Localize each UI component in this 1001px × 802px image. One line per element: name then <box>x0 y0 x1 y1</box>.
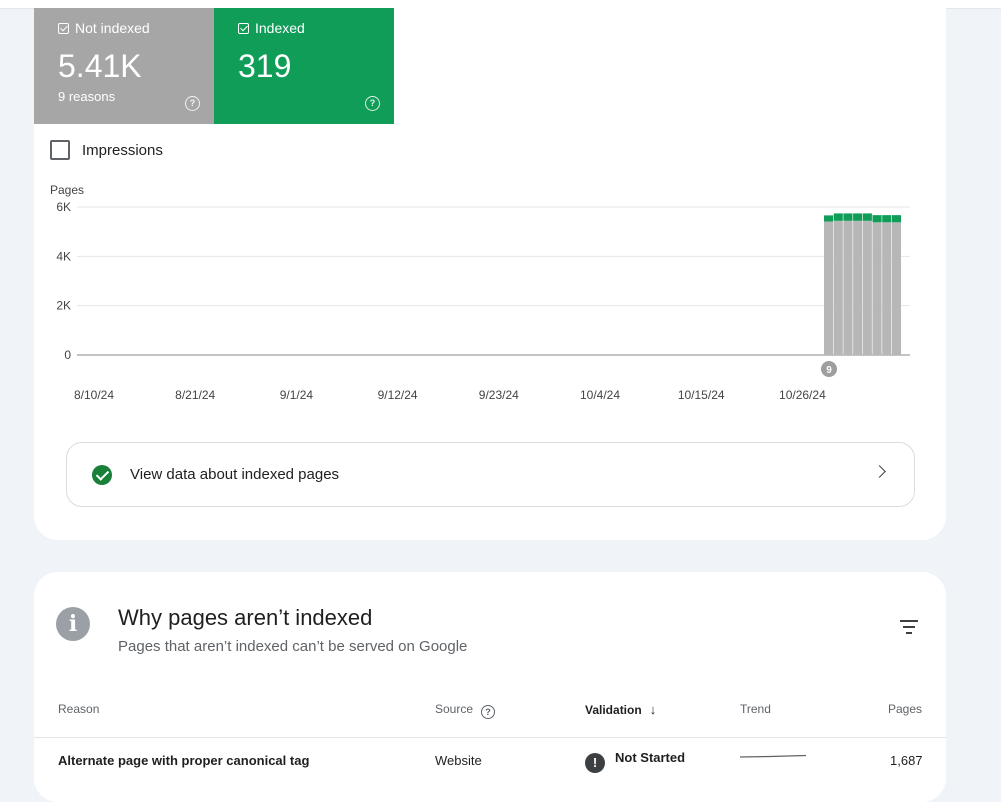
chevron-right-icon <box>873 465 886 478</box>
info-icon: i <box>56 607 90 641</box>
help-icon[interactable]: ? <box>185 96 200 111</box>
row-source: Website <box>435 753 482 768</box>
bar-not-indexed <box>833 220 843 355</box>
indexed-label: Indexed <box>255 20 305 36</box>
row-reason: Alternate page with proper canonical tag <box>58 753 310 768</box>
sort-down-icon: ↓ <box>649 702 657 717</box>
section-title: Why pages aren’t indexed <box>118 605 373 630</box>
not-indexed-tile[interactable]: Not indexed 5.41K 9 reasons ? <box>34 8 214 124</box>
x-tick-label: 9/12/24 <box>378 388 418 402</box>
y-tick-label: 2K <box>56 299 71 313</box>
bar-not-indexed <box>853 220 863 355</box>
bar-indexed <box>891 215 901 223</box>
help-icon[interactable]: ? <box>481 705 496 719</box>
impressions-toggle[interactable]: Impressions <box>50 140 163 160</box>
check-circle-icon <box>92 464 112 485</box>
help-icon[interactable]: ? <box>365 96 380 111</box>
x-tick-label: 9/23/24 <box>479 388 519 402</box>
column-pages[interactable]: Pages <box>888 702 922 716</box>
x-tick-label: 10/15/24 <box>678 388 725 402</box>
x-tick-label: 10/4/24 <box>580 388 620 402</box>
column-source[interactable]: Source? <box>435 702 496 719</box>
annotation-label: 9 <box>826 365 832 376</box>
bar-not-indexed <box>872 222 882 355</box>
checkbox-icon[interactable] <box>238 22 249 34</box>
y-axis-label: Pages <box>50 183 84 197</box>
bar-indexed <box>833 213 843 221</box>
impressions-label: Impressions <box>82 141 163 159</box>
pages-chart: Pages 0 2K 4K 6K 8/10/24 8/21/24 9/1/24 9/12/24 9… <box>50 183 910 402</box>
filter-icon[interactable] <box>900 620 918 638</box>
y-tick-label: 0 <box>64 348 71 362</box>
view-indexed-pages-label: View data about indexed pages <box>130 466 340 483</box>
checkbox-icon[interactable] <box>50 140 70 160</box>
indexed-tile[interactable]: Indexed 319 ? <box>214 8 394 124</box>
column-validation-label: Validation <box>585 703 642 717</box>
bar-not-indexed <box>891 222 901 355</box>
row-validation: ! Not Started <box>585 750 685 773</box>
column-validation[interactable]: Validation ↓ <box>585 702 656 717</box>
x-tick-label: 8/21/24 <box>175 388 215 402</box>
why-not-indexed-card: i Why pages aren’t indexed Pages that ar… <box>34 572 946 802</box>
x-tick-label: 8/10/24 <box>74 388 114 402</box>
divider <box>34 737 946 738</box>
row-validation-label: Not Started <box>615 750 686 765</box>
not-indexed-label: Not indexed <box>75 20 150 36</box>
bar-indexed <box>824 215 834 222</box>
bar-not-indexed <box>882 222 892 355</box>
column-source-label: Source <box>435 702 474 716</box>
bar-indexed <box>862 213 872 221</box>
column-trend: Trend <box>740 702 771 716</box>
alert-icon: ! <box>585 753 605 773</box>
y-tick-label: 4K <box>56 249 71 263</box>
x-tick-label: 10/26/24 <box>779 388 826 402</box>
bar-indexed <box>872 215 882 223</box>
bar-indexed <box>843 213 853 221</box>
bar-not-indexed <box>824 221 834 355</box>
coverage-card: Not indexed 5.41K 9 reasons ? Indexed 31… <box>34 0 946 540</box>
bar-not-indexed <box>862 220 872 355</box>
not-indexed-value: 5.41K <box>58 48 142 84</box>
view-indexed-pages-link[interactable]: View data about indexed pages <box>66 442 915 507</box>
y-tick-label: 6K <box>56 200 71 214</box>
checkbox-icon[interactable] <box>58 22 69 34</box>
section-subtitle: Pages that aren’t indexed can’t be serve… <box>118 638 468 655</box>
column-reason[interactable]: Reason <box>58 702 99 716</box>
x-tick-label: 9/1/24 <box>280 388 314 402</box>
row-pages: 1,687 <box>890 753 923 768</box>
bar-indexed <box>853 213 863 221</box>
trend-sparkline <box>740 754 806 758</box>
bar-indexed <box>882 215 892 223</box>
indexed-value: 319 <box>238 48 292 84</box>
bar-not-indexed <box>843 220 853 355</box>
